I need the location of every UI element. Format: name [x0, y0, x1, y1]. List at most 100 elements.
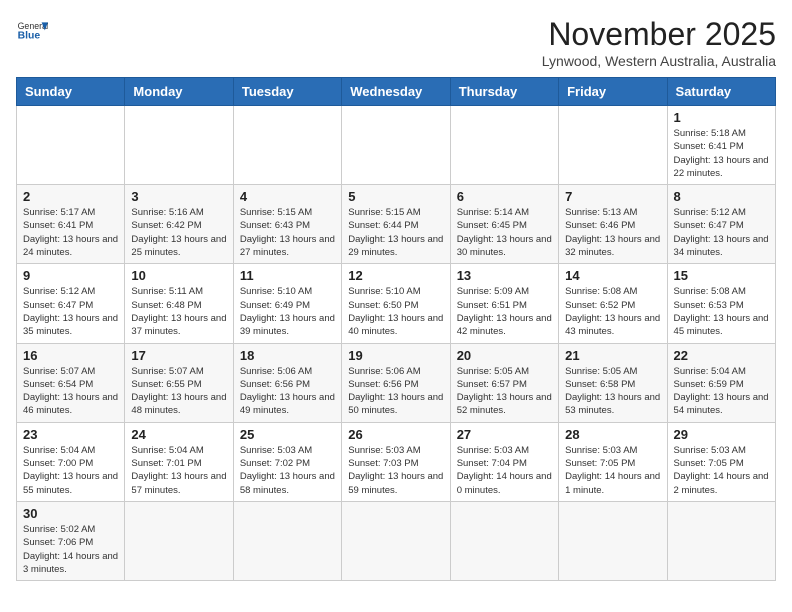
day-number: 4	[240, 189, 335, 204]
calendar-week-row: 1 Sunrise: 5:18 AM Sunset: 6:41 PM Daylig…	[17, 106, 776, 185]
day-info: Sunrise: 5:04 AM Sunset: 7:01 PM Dayligh…	[131, 444, 226, 497]
day-info: Sunrise: 5:08 AM Sunset: 6:53 PM Dayligh…	[674, 285, 769, 338]
day-number: 12	[348, 268, 443, 283]
calendar-header-row: SundayMondayTuesdayWednesdayThursdayFrid…	[17, 78, 776, 106]
day-info: Sunrise: 5:05 AM Sunset: 6:58 PM Dayligh…	[565, 365, 660, 418]
day-info: Sunrise: 5:07 AM Sunset: 6:55 PM Dayligh…	[131, 365, 226, 418]
calendar-cell: 14 Sunrise: 5:08 AM Sunset: 6:52 PM Dayli…	[559, 264, 667, 343]
day-info: Sunrise: 5:11 AM Sunset: 6:48 PM Dayligh…	[131, 285, 226, 338]
day-number: 30	[23, 506, 118, 521]
column-header-monday: Monday	[125, 78, 233, 106]
general-blue-logo-icon: General Blue	[16, 16, 48, 48]
day-info: Sunrise: 5:15 AM Sunset: 6:43 PM Dayligh…	[240, 206, 335, 259]
calendar-week-row: 30 Sunrise: 5:02 AM Sunset: 7:06 PM Dayli…	[17, 501, 776, 580]
column-header-saturday: Saturday	[667, 78, 775, 106]
day-number: 21	[565, 348, 660, 363]
calendar-cell: 28 Sunrise: 5:03 AM Sunset: 7:05 PM Dayli…	[559, 422, 667, 501]
calendar-cell	[559, 106, 667, 185]
calendar-cell: 25Sunrise: 5:03 AM Sunset: 7:02 PM Dayli…	[233, 422, 341, 501]
calendar-cell: 24 Sunrise: 5:04 AM Sunset: 7:01 PM Dayli…	[125, 422, 233, 501]
column-header-thursday: Thursday	[450, 78, 558, 106]
day-info: Sunrise: 5:16 AM Sunset: 6:42 PM Dayligh…	[131, 206, 226, 259]
calendar-cell: 13 Sunrise: 5:09 AM Sunset: 6:51 PM Dayli…	[450, 264, 558, 343]
calendar-cell	[125, 106, 233, 185]
day-number: 27	[457, 427, 552, 442]
calendar-cell: 16 Sunrise: 5:07 AM Sunset: 6:54 PM Dayli…	[17, 343, 125, 422]
calendar-cell: 21 Sunrise: 5:05 AM Sunset: 6:58 PM Dayli…	[559, 343, 667, 422]
day-info: Sunrise: 5:18 AM Sunset: 6:41 PM Dayligh…	[674, 127, 769, 180]
calendar-cell	[342, 106, 450, 185]
calendar-cell: 19Sunrise: 5:06 AM Sunset: 6:56 PM Dayli…	[342, 343, 450, 422]
day-info: Sunrise: 5:03 AM Sunset: 7:05 PM Dayligh…	[674, 444, 769, 497]
calendar-cell: 23Sunrise: 5:04 AM Sunset: 7:00 PM Dayli…	[17, 422, 125, 501]
day-number: 5	[348, 189, 443, 204]
calendar-cell: 8Sunrise: 5:12 AM Sunset: 6:47 PM Daylig…	[667, 185, 775, 264]
calendar-cell: 18Sunrise: 5:06 AM Sunset: 6:56 PM Dayli…	[233, 343, 341, 422]
day-info: Sunrise: 5:03 AM Sunset: 7:02 PM Dayligh…	[240, 444, 335, 497]
day-info: Sunrise: 5:03 AM Sunset: 7:03 PM Dayligh…	[348, 444, 443, 497]
day-number: 11	[240, 268, 335, 283]
calendar-cell: 22Sunrise: 5:04 AM Sunset: 6:59 PM Dayli…	[667, 343, 775, 422]
calendar-week-row: 9Sunrise: 5:12 AM Sunset: 6:47 PM Daylig…	[17, 264, 776, 343]
calendar-cell: 6Sunrise: 5:14 AM Sunset: 6:45 PM Daylig…	[450, 185, 558, 264]
calendar-cell: 15 Sunrise: 5:08 AM Sunset: 6:53 PM Dayli…	[667, 264, 775, 343]
svg-text:Blue: Blue	[18, 30, 41, 41]
day-info: Sunrise: 5:05 AM Sunset: 6:57 PM Dayligh…	[457, 365, 552, 418]
day-info: Sunrise: 5:13 AM Sunset: 6:46 PM Dayligh…	[565, 206, 660, 259]
calendar-cell: 26 Sunrise: 5:03 AM Sunset: 7:03 PM Dayli…	[342, 422, 450, 501]
calendar-cell	[233, 501, 341, 580]
calendar-cell: 2Sunrise: 5:17 AM Sunset: 6:41 PM Daylig…	[17, 185, 125, 264]
calendar-week-row: 23Sunrise: 5:04 AM Sunset: 7:00 PM Dayli…	[17, 422, 776, 501]
calendar-cell: 27 Sunrise: 5:03 AM Sunset: 7:04 PM Dayli…	[450, 422, 558, 501]
calendar-cell	[667, 501, 775, 580]
day-number: 28	[565, 427, 660, 442]
day-info: Sunrise: 5:15 AM Sunset: 6:44 PM Dayligh…	[348, 206, 443, 259]
header: General Blue November 2025 Lynwood, West…	[16, 16, 776, 69]
location-subtitle: Lynwood, Western Australia, Australia	[542, 53, 776, 69]
day-info: Sunrise: 5:08 AM Sunset: 6:52 PM Dayligh…	[565, 285, 660, 338]
day-number: 13	[457, 268, 552, 283]
day-number: 1	[674, 110, 769, 125]
title-block: November 2025 Lynwood, Western Australia…	[542, 16, 776, 69]
day-number: 10	[131, 268, 226, 283]
column-header-tuesday: Tuesday	[233, 78, 341, 106]
logo: General Blue	[16, 16, 48, 48]
day-info: Sunrise: 5:10 AM Sunset: 6:50 PM Dayligh…	[348, 285, 443, 338]
day-number: 16	[23, 348, 118, 363]
calendar-cell	[342, 501, 450, 580]
day-number: 24	[131, 427, 226, 442]
calendar-cell: 12 Sunrise: 5:10 AM Sunset: 6:50 PM Dayli…	[342, 264, 450, 343]
calendar-cell	[559, 501, 667, 580]
day-number: 23	[23, 427, 118, 442]
calendar-cell	[125, 501, 233, 580]
day-number: 9	[23, 268, 118, 283]
day-info: Sunrise: 5:12 AM Sunset: 6:47 PM Dayligh…	[674, 206, 769, 259]
month-year-title: November 2025	[542, 16, 776, 53]
calendar-cell: 1 Sunrise: 5:18 AM Sunset: 6:41 PM Daylig…	[667, 106, 775, 185]
day-number: 26	[348, 427, 443, 442]
day-info: Sunrise: 5:09 AM Sunset: 6:51 PM Dayligh…	[457, 285, 552, 338]
calendar-cell	[17, 106, 125, 185]
calendar-table: SundayMondayTuesdayWednesdayThursdayFrid…	[16, 77, 776, 581]
calendar-week-row: 16 Sunrise: 5:07 AM Sunset: 6:54 PM Dayli…	[17, 343, 776, 422]
day-info: Sunrise: 5:03 AM Sunset: 7:05 PM Dayligh…	[565, 444, 660, 497]
day-number: 7	[565, 189, 660, 204]
calendar-week-row: 2Sunrise: 5:17 AM Sunset: 6:41 PM Daylig…	[17, 185, 776, 264]
calendar-cell: 11 Sunrise: 5:10 AM Sunset: 6:49 PM Dayli…	[233, 264, 341, 343]
day-info: Sunrise: 5:02 AM Sunset: 7:06 PM Dayligh…	[23, 523, 118, 576]
calendar-cell: 20Sunrise: 5:05 AM Sunset: 6:57 PM Dayli…	[450, 343, 558, 422]
calendar-cell: 4 Sunrise: 5:15 AM Sunset: 6:43 PM Daylig…	[233, 185, 341, 264]
day-number: 2	[23, 189, 118, 204]
column-header-friday: Friday	[559, 78, 667, 106]
calendar-cell: 9Sunrise: 5:12 AM Sunset: 6:47 PM Daylig…	[17, 264, 125, 343]
day-number: 14	[565, 268, 660, 283]
day-info: Sunrise: 5:10 AM Sunset: 6:49 PM Dayligh…	[240, 285, 335, 338]
calendar-cell	[450, 106, 558, 185]
column-header-sunday: Sunday	[17, 78, 125, 106]
day-number: 22	[674, 348, 769, 363]
day-number: 15	[674, 268, 769, 283]
day-info: Sunrise: 5:03 AM Sunset: 7:04 PM Dayligh…	[457, 444, 552, 497]
calendar-cell	[450, 501, 558, 580]
day-info: Sunrise: 5:07 AM Sunset: 6:54 PM Dayligh…	[23, 365, 118, 418]
calendar-cell: 5 Sunrise: 5:15 AM Sunset: 6:44 PM Daylig…	[342, 185, 450, 264]
